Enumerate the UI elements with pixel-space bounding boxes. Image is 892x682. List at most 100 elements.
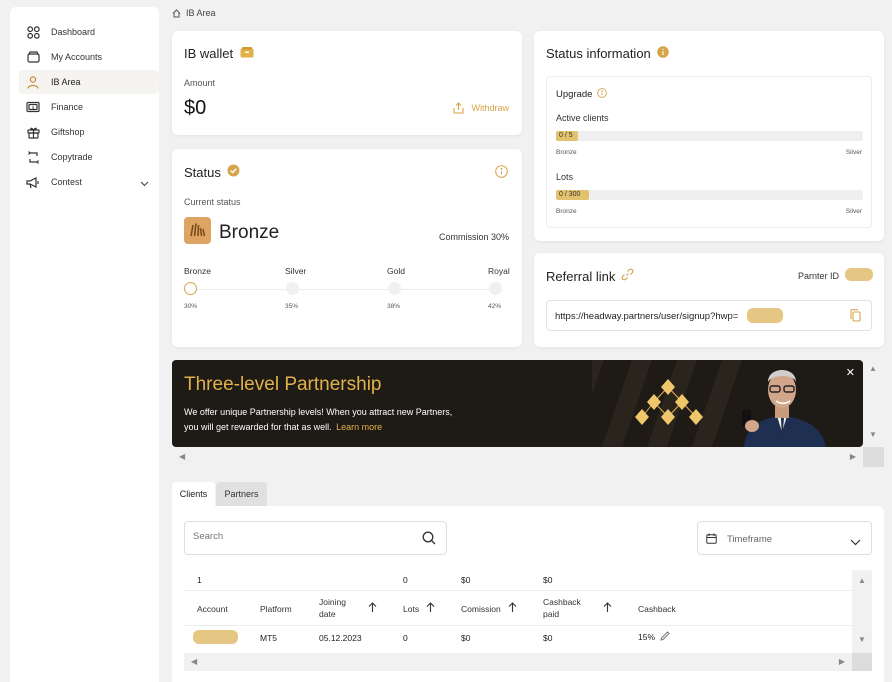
info-icon[interactable]	[495, 165, 508, 181]
level-name: Silver	[285, 266, 307, 276]
level-name: Gold	[387, 266, 405, 276]
progress-from: Bronze	[556, 149, 577, 156]
progress-to: Silver	[845, 208, 862, 215]
search-icon[interactable]	[422, 531, 436, 548]
scroll-up-icon[interactable]: ▲	[869, 364, 877, 373]
referral-code-value	[747, 308, 783, 323]
breadcrumb-current[interactable]: IB Area	[186, 8, 216, 18]
progress-from: Bronze	[556, 208, 577, 215]
scroll-down-icon[interactable]: ▼	[869, 430, 877, 439]
column-header-joining-date[interactable]: Joining date	[319, 596, 346, 620]
ib-wallet-card: IB wallet Amount $0 Withdraw	[172, 31, 522, 135]
level-pct: 38%	[387, 303, 401, 310]
banner-close-button[interactable]: ✕	[846, 366, 855, 379]
column-header-account[interactable]: Account	[197, 603, 228, 615]
scroll-up-icon[interactable]: ▲	[858, 576, 866, 585]
diamond-levels-icon	[635, 379, 703, 425]
scroll-down-icon[interactable]: ▼	[858, 635, 866, 644]
level-name: Bronze	[184, 266, 211, 276]
sort-arrow-icon[interactable]	[368, 602, 377, 616]
sidebar-item-my-accounts[interactable]: My Accounts	[19, 45, 159, 69]
account-id	[193, 630, 238, 644]
column-header-commission[interactable]: Comission	[461, 603, 501, 615]
banner-title: Three-level Partnership	[184, 374, 382, 395]
copy-icon[interactable]	[850, 309, 861, 325]
search-input[interactable]	[193, 531, 413, 542]
lots-label: Lots	[556, 172, 574, 182]
current-status-label: Current status	[184, 197, 241, 207]
search-field[interactable]	[184, 521, 447, 555]
cell-cashback: 15%	[638, 632, 656, 642]
amount-label: Amount	[184, 78, 216, 88]
scroll-right-icon[interactable]: ▶	[850, 452, 856, 461]
scrollbar-corner	[863, 447, 884, 467]
learn-more-link[interactable]: Learn more	[336, 422, 382, 432]
cell-cashback-paid: $0	[543, 633, 553, 643]
sidebar-item-dashboard[interactable]: Dashboard	[19, 20, 159, 44]
level-name: Royal	[488, 266, 510, 276]
active-clients-progress: 0 / 5	[556, 131, 863, 141]
progress-to: Silver	[845, 149, 862, 156]
summary-lots: 0	[403, 575, 408, 585]
column-header-lots[interactable]: Lots	[403, 603, 419, 615]
referral-link-text: https://headway.partners/user/signup?hwp…	[555, 311, 739, 322]
scroll-right-icon[interactable]: ▶	[839, 657, 845, 666]
tab-partners[interactable]: Partners	[216, 482, 267, 506]
sort-arrow-icon[interactable]	[603, 602, 612, 616]
table-vertical-scrollbar[interactable]: ▲ ▼	[852, 570, 872, 653]
sort-arrow-icon[interactable]	[508, 602, 517, 616]
info-icon[interactable]	[656, 46, 669, 61]
withdraw-button[interactable]: Withdraw	[453, 102, 509, 114]
table-horizontal-scrollbar[interactable]: ◀ ▶	[184, 653, 852, 671]
partner-id-value	[845, 268, 873, 281]
column-header-cashback-paid[interactable]: Cashback paid	[543, 596, 581, 620]
megaphone-icon	[25, 174, 41, 190]
level-pct: 35%	[285, 303, 299, 310]
referral-link-card: Referral link Parnter ID https://headway…	[534, 253, 884, 347]
grid-icon	[25, 24, 41, 40]
check-badge-icon	[227, 164, 240, 180]
cell-joining-date: 05.12.2023	[319, 633, 362, 643]
sidebar-item-label: Contest	[51, 177, 83, 187]
sidebar: Dashboard My Accounts IB Area $ Finance …	[10, 7, 159, 682]
sidebar-item-contest[interactable]: Contest	[19, 170, 159, 194]
scroll-left-icon[interactable]: ◀	[191, 657, 197, 666]
sidebar-item-giftshop[interactable]: Giftshop	[19, 120, 159, 144]
edit-pencil-icon[interactable]	[660, 630, 670, 644]
wallet-icon	[240, 46, 254, 61]
timeframe-label: Timeframe	[727, 534, 773, 545]
cell-platform: MT5	[260, 633, 277, 643]
column-header-platform[interactable]: Platform	[260, 603, 292, 615]
home-icon[interactable]	[172, 8, 181, 18]
sidebar-item-label: My Accounts	[51, 52, 103, 62]
status-title: Status	[184, 164, 221, 180]
link-icon	[621, 268, 634, 284]
scroll-left-icon[interactable]: ◀	[179, 452, 185, 461]
current-status-value: Bronze	[219, 222, 280, 243]
tab-clients[interactable]: Clients	[172, 482, 215, 506]
sidebar-item-ib-area[interactable]: IB Area	[19, 70, 159, 94]
finance-icon: $	[25, 99, 41, 115]
sidebar-item-copytrade[interactable]: Copytrade	[19, 145, 159, 169]
wallet-amount: $0	[184, 97, 207, 119]
banner-text-line2: you will get rewarded for that as well.	[184, 422, 332, 432]
timeframe-select[interactable]: Timeframe	[697, 521, 872, 555]
column-header-cashback[interactable]: Cashback	[638, 603, 676, 615]
sort-arrow-icon[interactable]	[426, 602, 435, 616]
partnership-banner: Three-level Partnership We offer unique …	[172, 360, 863, 447]
banner-horizontal-scrollbar[interactable]: ◀ ▶	[172, 447, 863, 467]
upgrade-panel: Upgrade Active clients 0 / 5 Bronze Silv…	[546, 76, 872, 228]
businessman-photo	[742, 370, 826, 447]
chevron-down-icon[interactable]	[140, 176, 149, 190]
banner-vertical-scrollbar[interactable]: ▲ ▼	[863, 360, 884, 447]
lots-progress: 0 / 300	[556, 190, 863, 200]
divider	[184, 625, 852, 626]
chevron-down-icon[interactable]	[850, 535, 861, 549]
info-icon[interactable]	[597, 87, 608, 101]
svg-text:$: $	[32, 105, 35, 111]
table-row[interactable]: MT5 05.12.2023 0 $0 $0 15%	[184, 627, 852, 651]
status-information-card: Status information Upgrade Active client…	[534, 31, 884, 241]
level-step-gold	[388, 282, 401, 295]
sidebar-item-finance[interactable]: $ Finance	[19, 95, 159, 119]
referral-link-field[interactable]: https://headway.partners/user/signup?hwp…	[546, 300, 872, 331]
